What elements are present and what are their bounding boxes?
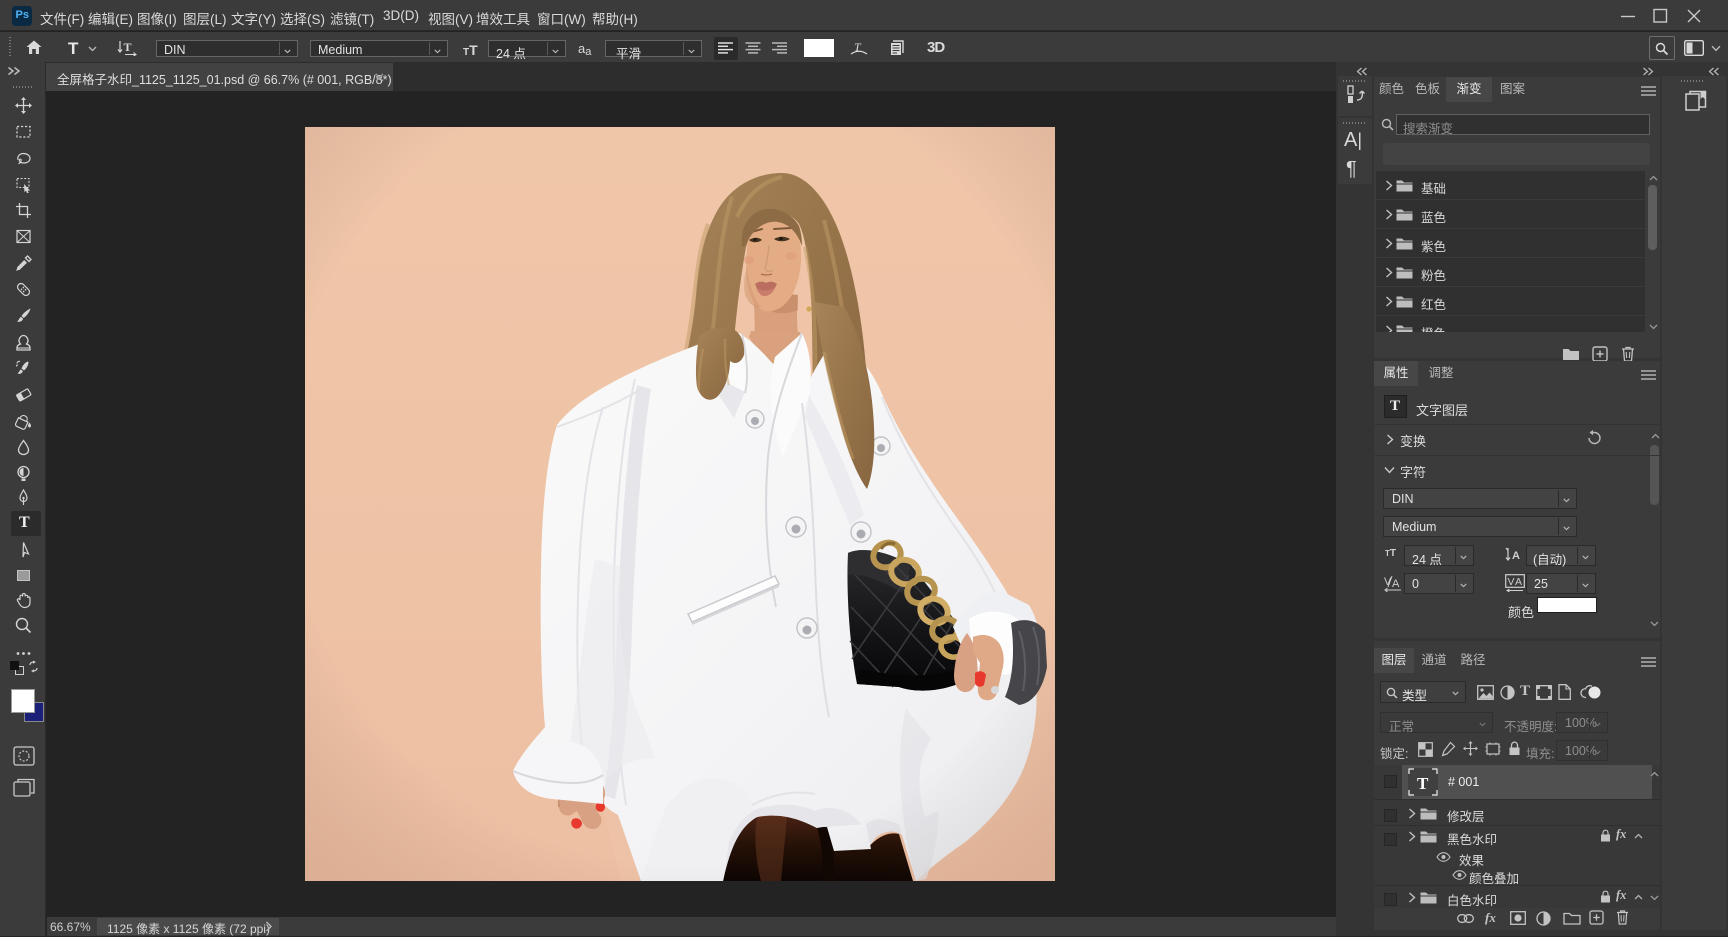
- svg-text:V: V: [1508, 576, 1515, 588]
- svg-text:T: T: [124, 40, 132, 54]
- svg-text:A: A: [1512, 550, 1520, 562]
- svg-text:A: A: [1392, 578, 1400, 590]
- svg-text:T: T: [1417, 774, 1429, 793]
- svg-text:A: A: [1515, 576, 1522, 588]
